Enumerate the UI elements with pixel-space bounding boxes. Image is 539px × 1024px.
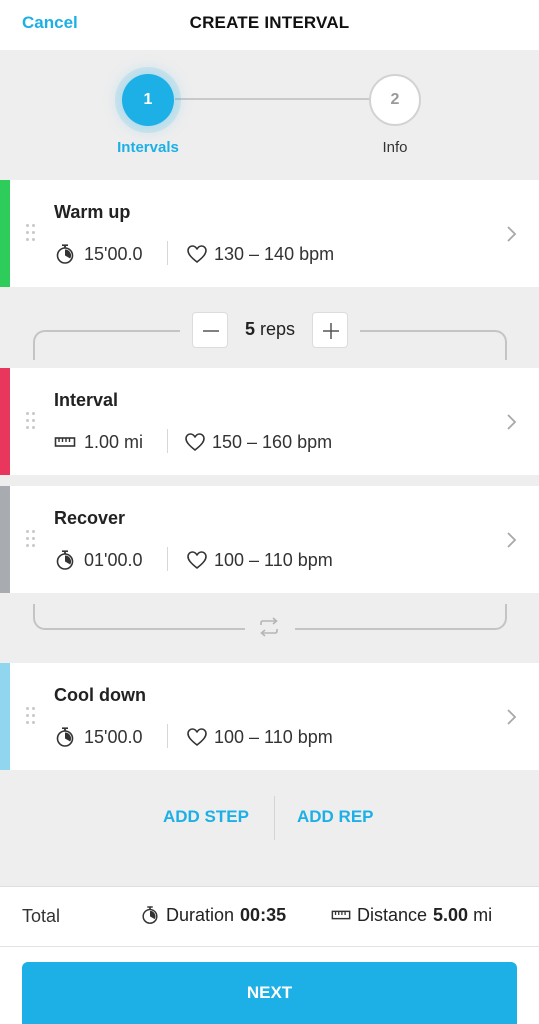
divider <box>167 547 168 571</box>
step-card-warm-up[interactable]: Warm up 15'00.0 130 – 140 bpm <box>0 180 539 287</box>
total-label: Total <box>22 906 61 926</box>
chevron-right-icon <box>507 414 517 430</box>
step-card-interval[interactable]: Interval 1.00 mi 150 – 160 bpm <box>0 368 539 475</box>
step-card-recover[interactable]: Recover 01'00.0 100 – 110 bpm <box>0 486 539 593</box>
step-color-bar <box>0 368 10 475</box>
step-color-bar <box>0 180 10 287</box>
drag-handle-icon[interactable] <box>26 707 38 727</box>
heart-icon <box>185 433 205 451</box>
summary-footer: Total Duration 00:35 Distance 5.00 mi NE… <box>0 886 539 1024</box>
duration-value: 00:35 <box>240 904 287 925</box>
drag-handle-icon[interactable] <box>26 224 38 244</box>
stopwatch-icon <box>56 550 74 570</box>
distance-label: Distance <box>357 904 428 925</box>
stepper-line <box>175 98 370 100</box>
reps-value: 5 <box>244 319 255 339</box>
stopwatch-icon <box>142 906 158 924</box>
step-name: Interval <box>54 390 119 410</box>
heart-rate-zone: 100 – 110 bpm <box>186 724 333 750</box>
drag-handle-icon[interactable] <box>26 412 38 432</box>
step-2-indicator[interactable]: 2 <box>369 74 421 126</box>
heart-rate-zone: 100 – 110 bpm <box>186 547 333 573</box>
decrease-reps-button[interactable] <box>192 312 228 348</box>
heart-rate-value: 100 – 110 bpm <box>214 549 333 570</box>
step-color-bar <box>0 486 10 593</box>
heart-icon <box>187 551 207 569</box>
step-1-indicator[interactable]: 1 <box>122 74 174 126</box>
total-duration: Duration 00:35 <box>140 902 286 928</box>
reps-stepper: 5 reps <box>180 312 360 352</box>
divider <box>274 796 275 840</box>
step-target: 15'00.0 <box>54 241 143 267</box>
add-rep-button[interactable]: ADD REP <box>297 807 374 827</box>
step-name: Cool down <box>54 685 146 705</box>
chevron-right-icon <box>507 226 517 242</box>
step-target-value: 01'00.0 <box>84 549 143 570</box>
page-title: CREATE INTERVAL <box>189 13 350 32</box>
heart-rate-zone: 130 – 140 bpm <box>186 241 334 267</box>
step-target: 1.00 mi <box>54 429 143 455</box>
step-2-label: Info <box>382 139 408 156</box>
step-target-value: 15'00.0 <box>84 243 143 264</box>
heart-rate-zone: 150 – 160 bpm <box>184 429 332 455</box>
drag-handle-icon[interactable] <box>26 530 38 550</box>
duration-label: Duration <box>166 904 235 925</box>
stopwatch-icon <box>56 727 74 747</box>
distance-value: 5.00 <box>433 904 469 925</box>
step-name: Recover <box>54 508 126 528</box>
progress-stepper: 1 2 Intervals Info <box>0 50 539 180</box>
divider <box>0 886 539 887</box>
divider <box>167 429 168 453</box>
step-card-cool-down[interactable]: Cool down 15'00.0 100 – 110 bpm <box>0 663 539 770</box>
add-step-button[interactable]: ADD STEP <box>163 807 249 827</box>
step-target: 01'00.0 <box>54 547 143 573</box>
step-target-value: 15'00.0 <box>84 726 143 747</box>
divider <box>167 241 168 265</box>
heart-rate-value: 130 – 140 bpm <box>214 243 335 264</box>
distance-unit: mi <box>473 904 493 925</box>
step-target-value: 1.00 mi <box>84 431 144 452</box>
heart-rate-value: 150 – 160 bpm <box>212 431 333 452</box>
minus-icon <box>203 330 219 332</box>
total-distance: Distance 5.00 mi <box>331 902 492 928</box>
plus-icon <box>323 323 339 339</box>
chevron-right-icon <box>507 532 517 548</box>
ruler-icon <box>54 437 76 447</box>
repeat-group-header: 5 reps <box>0 290 539 370</box>
chevron-right-icon <box>507 709 517 725</box>
stopwatch-icon <box>56 244 74 264</box>
step-color-bar <box>0 663 10 770</box>
step-target: 15'00.0 <box>54 724 143 750</box>
increase-reps-button[interactable] <box>312 312 348 348</box>
heart-icon <box>187 728 207 746</box>
repeat-icon <box>260 617 278 637</box>
divider <box>0 946 539 947</box>
reps-label: reps <box>260 319 296 339</box>
ruler-icon <box>331 910 351 920</box>
next-button[interactable]: NEXT <box>22 962 517 1024</box>
divider <box>167 724 168 748</box>
reps-count: 5 reps <box>228 319 312 340</box>
step-name: Warm up <box>54 202 131 222</box>
step-1-label: Intervals <box>117 139 179 156</box>
heart-rate-value: 100 – 110 bpm <box>214 726 333 747</box>
heart-icon <box>187 245 207 263</box>
step-actions: ADD STEP ADD REP <box>0 796 539 840</box>
header: Cancel CREATE INTERVAL <box>0 0 539 50</box>
